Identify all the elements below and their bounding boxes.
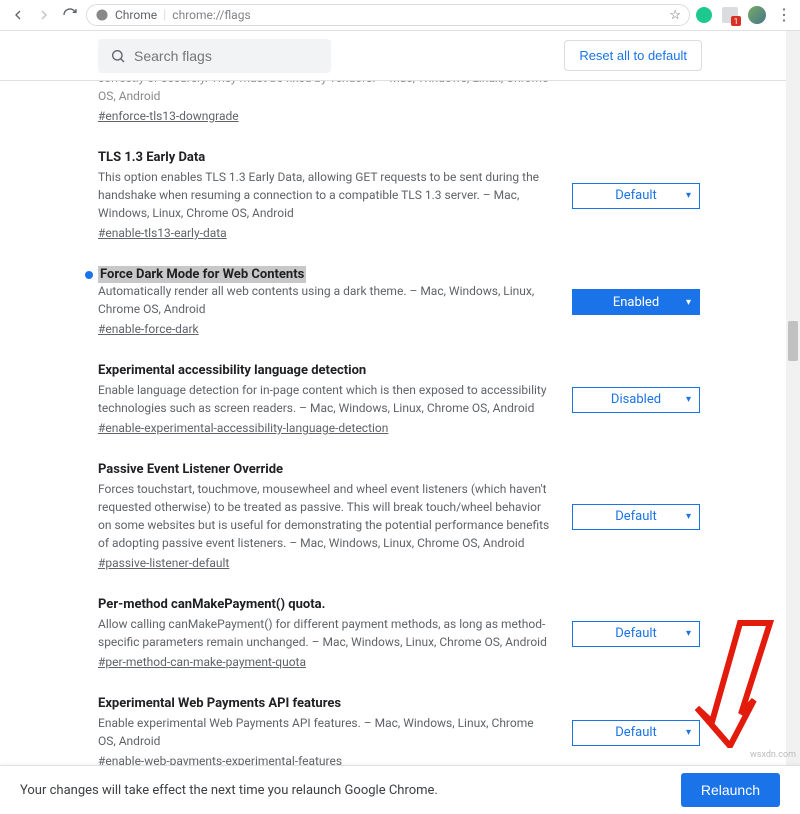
search-icon xyxy=(110,48,126,64)
flag-anchor-link[interactable]: #per-method-can-make-payment-quota xyxy=(98,655,306,669)
scrollbar[interactable] xyxy=(786,31,800,765)
flag-title: Per-method canMakePayment() quota. xyxy=(98,597,552,612)
flag-select[interactable]: Default xyxy=(572,504,700,530)
flag-info: Passive Event Listener Override Forces to… xyxy=(98,462,552,571)
search-box[interactable] xyxy=(98,39,331,73)
url-path: chrome://flags xyxy=(172,8,250,22)
flag-title: Experimental Web Payments API features xyxy=(98,696,552,711)
chrome-page-icon xyxy=(95,8,109,22)
reload-icon[interactable] xyxy=(60,5,80,25)
flag-info: Force Dark Mode for Web ContentsAutomati… xyxy=(98,267,552,337)
flag-select[interactable]: Enabled xyxy=(572,289,700,315)
flag-anchor-link[interactable]: #enable-force-dark xyxy=(98,322,199,336)
flag-info: Per-method canMakePayment() quota. Allow … xyxy=(98,597,552,670)
flag-control xyxy=(572,81,702,124)
flag-row: correctly or securely. They must be fixe… xyxy=(98,81,702,132)
flag-description: correctly or securely. They must be fixe… xyxy=(98,81,552,105)
flag-description: Automatically render all web contents us… xyxy=(98,282,552,318)
relaunch-bar: Your changes will take effect the next t… xyxy=(0,765,800,814)
relaunch-button[interactable]: Relaunch xyxy=(681,773,780,807)
search-input[interactable] xyxy=(134,48,319,64)
scrollbar-thumb[interactable] xyxy=(788,321,798,361)
flag-anchor-link[interactable]: #enable-web-payments-experimental-featur… xyxy=(98,754,342,765)
flag-row: Force Dark Mode for Web ContentsAutomati… xyxy=(98,249,702,345)
flag-description: Forces touchstart, touchmove, mousewheel… xyxy=(98,480,552,552)
flag-row: Experimental Web Payments API features En… xyxy=(98,678,702,765)
url-chip: Chrome xyxy=(115,8,157,22)
flag-row: Per-method canMakePayment() quota. Allow … xyxy=(98,579,702,678)
flag-control: Disabled xyxy=(572,363,702,436)
modified-indicator-icon xyxy=(85,271,93,279)
flag-row: Passive Event Listener Override Forces to… xyxy=(98,444,702,579)
profile-avatar[interactable] xyxy=(748,6,766,24)
flags-list: correctly or securely. They must be fixe… xyxy=(0,81,800,765)
watermark: wsxdn.com xyxy=(750,750,796,760)
flag-info: TLS 1.3 Early Data This option enables TL… xyxy=(98,150,552,241)
flag-select[interactable]: Default xyxy=(572,621,700,647)
forward-icon[interactable] xyxy=(34,5,54,25)
flag-select[interactable]: Default xyxy=(572,183,700,209)
flag-anchor-link[interactable]: #enable-tls13-early-data xyxy=(98,226,227,240)
flag-control: Default xyxy=(572,696,702,765)
flag-anchor-link[interactable]: #enforce-tls13-downgrade xyxy=(98,109,239,123)
flag-info: Experimental accessibility language dete… xyxy=(98,363,552,436)
relaunch-message: Your changes will take effect the next t… xyxy=(20,783,438,798)
flag-info: Experimental Web Payments API features En… xyxy=(98,696,552,765)
flag-control: Default xyxy=(572,150,702,241)
flag-control: Enabled xyxy=(572,267,702,337)
flag-row: TLS 1.3 Early Data This option enables TL… xyxy=(98,132,702,249)
flag-description: Allow calling canMakePayment() for diffe… xyxy=(98,615,552,651)
kebab-menu-icon[interactable]: ⋮ xyxy=(776,7,792,23)
flag-info: correctly or securely. They must be fixe… xyxy=(98,81,552,124)
flag-anchor-link[interactable]: #passive-listener-default xyxy=(98,556,229,570)
flag-description: Enable language detection for in-page co… xyxy=(98,381,552,417)
browser-toolbar: Chrome | chrome://flags ☆ ⋮ xyxy=(0,0,800,31)
flag-select[interactable]: Default xyxy=(572,720,700,746)
reset-all-button[interactable]: Reset all to default xyxy=(564,40,702,71)
flag-title: Experimental accessibility language dete… xyxy=(98,363,552,378)
flags-header: Reset all to default xyxy=(0,31,800,81)
flag-title: TLS 1.3 Early Data xyxy=(98,150,552,165)
flag-row: Experimental accessibility language dete… xyxy=(98,345,702,444)
omnibox[interactable]: Chrome | chrome://flags ☆ xyxy=(86,4,690,26)
extension-icon-1[interactable] xyxy=(696,7,712,23)
flag-description: Enable experimental Web Payments API fea… xyxy=(98,714,552,750)
flag-title: Passive Event Listener Override xyxy=(98,462,552,477)
back-icon[interactable] xyxy=(8,5,28,25)
bookmark-icon[interactable]: ☆ xyxy=(669,8,681,23)
extension-icon-2[interactable] xyxy=(722,7,738,23)
flag-select[interactable]: Disabled xyxy=(572,387,700,413)
extension-tray: ⋮ xyxy=(696,6,792,24)
flag-anchor-link[interactable]: #enable-experimental-accessibility-langu… xyxy=(98,421,388,435)
flag-title: Force Dark Mode for Web Contents xyxy=(98,266,306,283)
flag-control: Default xyxy=(572,462,702,571)
flag-description: This option enables TLS 1.3 Early Data, … xyxy=(98,168,552,222)
flag-control: Default xyxy=(572,597,702,670)
